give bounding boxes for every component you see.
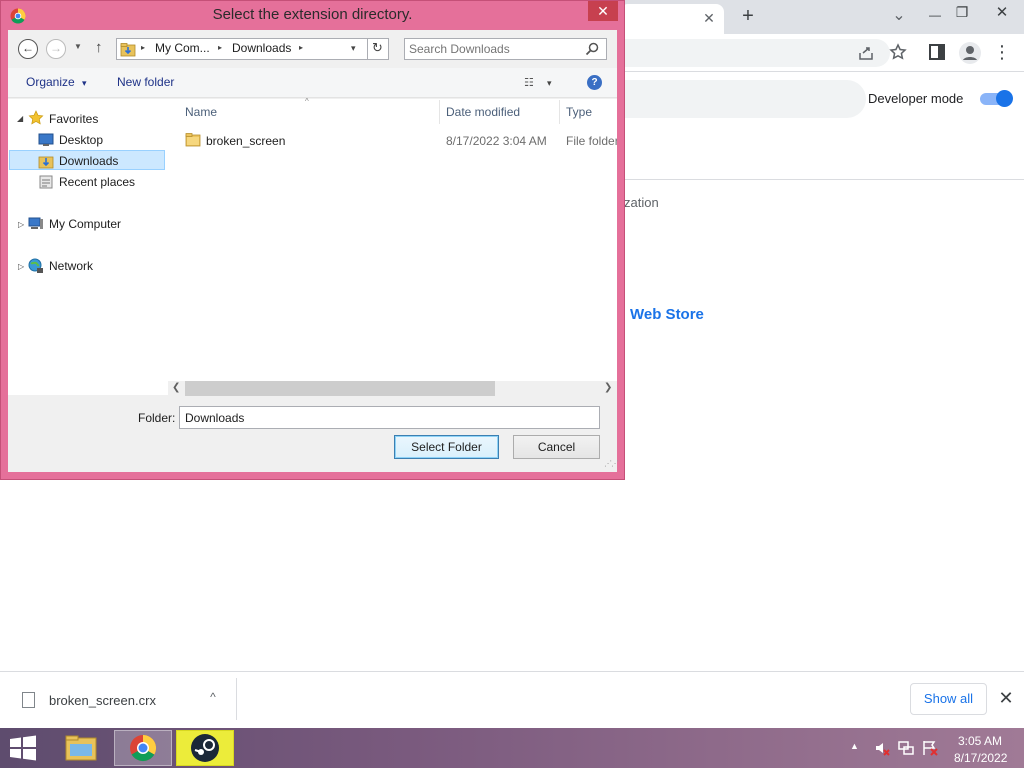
tab-close-icon[interactable]: ✕	[698, 8, 720, 28]
action-center-flag-icon[interactable]	[922, 740, 938, 756]
downloads-folder-icon	[120, 43, 136, 57]
scrollbar-thumb[interactable]	[185, 381, 495, 396]
desktop-icon	[38, 133, 54, 146]
steam-icon	[191, 734, 219, 762]
profile-icon[interactable]	[958, 41, 982, 65]
windows-start-icon[interactable]	[8, 735, 38, 761]
view-options-dropdown-icon[interactable]: ▾	[547, 78, 552, 89]
minimize-button[interactable]: —	[924, 5, 946, 25]
new-folder-button[interactable]: New folder	[117, 75, 174, 89]
folder-icon	[185, 133, 201, 147]
chrome-icon	[130, 734, 157, 762]
download-file-name[interactable]: broken_screen.crx	[49, 693, 156, 708]
folder-label: Folder:	[138, 411, 176, 425]
file-explorer-icon	[65, 735, 97, 761]
breadcrumb-my-computer[interactable]: My Com...	[155, 41, 210, 55]
my-computer-expand-icon[interactable]: ▷	[18, 220, 24, 229]
organize-button[interactable]: Organize ▾	[26, 75, 87, 89]
window-close-button[interactable]: ✕	[991, 3, 1013, 23]
folder-input[interactable]	[179, 406, 600, 429]
favorites-star-icon	[28, 110, 44, 125]
file-date-modified: 8/17/2022 3:04 AM	[446, 134, 547, 148]
breadcrumb-separator-icon[interactable]: ▸	[299, 43, 303, 52]
tray-overflow-icon[interactable]: ▲	[850, 741, 859, 751]
nav-item-my-computer[interactable]: My Computer	[49, 217, 121, 231]
recent-places-icon	[39, 175, 53, 189]
refresh-icon[interactable]: ↻	[372, 40, 383, 56]
scroll-right-arrow-icon[interactable]: ❯	[604, 382, 612, 393]
shelf-close-icon[interactable]: ✕	[996, 688, 1016, 709]
search-icon[interactable]	[584, 41, 600, 57]
change-view-icon[interactable]: ☷	[524, 76, 534, 89]
star-icon[interactable]	[889, 43, 907, 61]
back-button[interactable]: ←	[18, 39, 38, 59]
downloads-icon	[38, 156, 54, 169]
chrome-menu-icon[interactable]: ⋮	[991, 42, 1013, 62]
up-folder-button[interactable]: ↑	[95, 39, 103, 56]
network-expand-icon[interactable]: ▷	[18, 262, 24, 271]
column-separator[interactable]	[559, 100, 560, 124]
recent-locations-dropdown-icon[interactable]: ▼	[74, 42, 82, 51]
select-folder-button[interactable]: Select Folder	[394, 435, 499, 459]
network-icon[interactable]	[898, 740, 914, 756]
partial-organization-text: zation	[624, 195, 659, 210]
scroll-left-arrow-icon[interactable]: ❮	[172, 382, 180, 393]
share-icon[interactable]	[857, 44, 875, 62]
breadcrumb-separator-icon[interactable]: ▸	[141, 43, 145, 52]
show-all-button[interactable]: Show all	[910, 683, 987, 715]
download-options-chevron-icon[interactable]: ^	[205, 690, 221, 704]
organize-dropdown-icon: ▾	[82, 78, 87, 88]
volume-muted-icon[interactable]	[874, 740, 890, 756]
tab-search-chevron-icon[interactable]: ⌄	[888, 6, 910, 26]
restore-button[interactable]: ❐	[951, 2, 973, 22]
cancel-button[interactable]: Cancel	[513, 435, 600, 459]
taskbar-file-explorer[interactable]	[52, 730, 110, 766]
taskbar-chrome[interactable]	[114, 730, 172, 766]
pane-splitter[interactable]	[166, 99, 176, 395]
sort-indicator-icon: ^	[305, 97, 309, 106]
column-separator[interactable]	[439, 100, 440, 124]
search-input[interactable]	[409, 40, 579, 57]
clock-time[interactable]: 3:05 AM	[958, 734, 1002, 748]
divider	[236, 678, 237, 720]
help-icon[interactable]: ?	[587, 75, 602, 90]
sidebar-icon[interactable]	[929, 44, 945, 60]
address-history-dropdown-icon[interactable]: ▾	[351, 43, 356, 54]
web-store-link[interactable]: Web Store	[630, 306, 704, 323]
new-tab-button[interactable]: +	[737, 6, 759, 26]
nav-item-desktop[interactable]: Desktop	[59, 133, 103, 147]
dialog-title: Select the extension directory.	[212, 6, 413, 23]
column-header-name[interactable]: Name	[185, 105, 217, 119]
nav-item-downloads[interactable]: Downloads	[59, 154, 118, 168]
developer-mode-toggle-knob[interactable]	[996, 90, 1013, 107]
file-name[interactable]: broken_screen	[206, 134, 285, 148]
nav-item-recent-places[interactable]: Recent places	[59, 175, 135, 189]
nav-item-favorites[interactable]: Favorites	[49, 112, 98, 126]
breadcrumb-downloads[interactable]: Downloads	[232, 41, 291, 55]
file-type: File folder	[566, 134, 617, 148]
column-header-date-modified[interactable]: Date modified	[446, 105, 520, 119]
column-header-type[interactable]: Type	[566, 105, 592, 119]
organize-label: Organize	[26, 75, 75, 89]
favorites-expand-icon[interactable]: ◢	[17, 114, 23, 123]
file-icon	[22, 692, 35, 708]
taskbar-steam[interactable]	[176, 730, 234, 766]
resize-grip-icon[interactable]: ⋰⋰	[604, 459, 619, 468]
forward-button[interactable]: →	[46, 39, 66, 59]
nav-item-network[interactable]: Network	[49, 259, 93, 273]
developer-mode-label: Developer mode	[868, 91, 964, 106]
network-globe-icon	[28, 258, 43, 273]
breadcrumb-separator-icon[interactable]: ▸	[218, 43, 222, 52]
clock-date[interactable]: 8/17/2022	[954, 751, 1007, 765]
computer-icon	[28, 217, 43, 229]
dialog-close-button[interactable]: ✕	[588, 1, 618, 21]
